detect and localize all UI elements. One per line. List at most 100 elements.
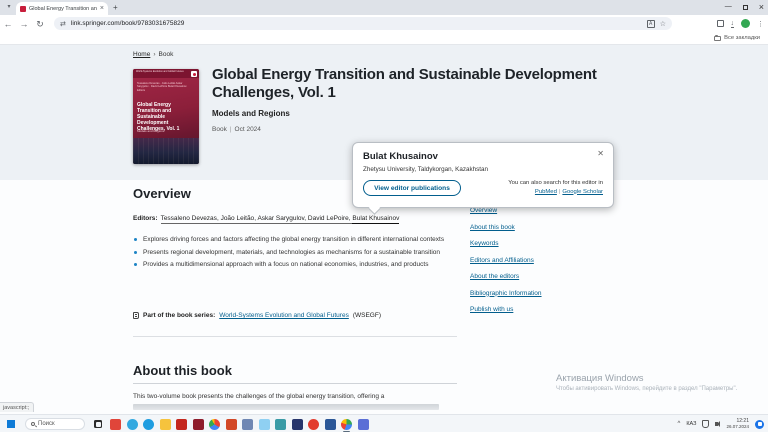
pubmed-link[interactable]: PubMed (535, 189, 557, 195)
menu-dots-icon[interactable]: ⋮ (757, 20, 764, 28)
editor-link[interactable]: David LePoire (308, 215, 352, 224)
extensions-icon[interactable] (717, 20, 724, 27)
url-text[interactable]: link.springer.com/book/9783031675829 (71, 20, 642, 27)
security-shield-icon[interactable] (702, 420, 709, 428)
taskbar-clock[interactable]: 12:21 26.07.2024 (726, 419, 749, 430)
taskbar-search[interactable]: Поиск (25, 418, 85, 430)
calculator-app-icon[interactable] (275, 419, 286, 430)
messenger-icon[interactable] (127, 419, 138, 430)
maximize-button[interactable] (743, 5, 748, 10)
highlight-item: Explores driving forces and factors affe… (133, 235, 463, 245)
bookmark-star-icon[interactable]: ☆ (660, 20, 666, 28)
downloads-icon[interactable]: ↓ (731, 20, 735, 28)
about-paragraph: This two-volume book presents the challe… (133, 392, 467, 402)
tab-close-icon[interactable]: × (100, 5, 104, 12)
adobe-reader-icon[interactable] (176, 419, 187, 430)
volume-icon[interactable] (715, 421, 720, 427)
minimize-button[interactable]: — (725, 1, 732, 13)
keyboard-language[interactable]: КАЗ (686, 421, 696, 427)
page-sidebar-nav: Overview About this book Keywords Editors a… (470, 207, 620, 313)
popup-note-text: You can also search for this editor in (465, 180, 603, 186)
app-navy-icon[interactable] (292, 419, 303, 430)
editor-link[interactable]: Askar Sarygulov (257, 215, 307, 224)
windows-taskbar: Поиск ^ КАЗ 12:21 26.07.2024 (0, 414, 768, 432)
tune-icon[interactable]: ⇄ (60, 20, 66, 28)
docs-app-icon[interactable] (242, 419, 253, 430)
link-status-bubble: javascript:; (0, 402, 34, 412)
editor-link[interactable]: Tessaleno Devezas (161, 215, 221, 224)
links-separator: | (559, 189, 561, 195)
photos-app-icon[interactable] (358, 419, 369, 430)
sidebar-nav-link[interactable]: Keywords (470, 240, 620, 247)
forward-button[interactable]: → (16, 19, 32, 29)
meta-separator: | (230, 126, 232, 133)
taskbar-search-label: Поиск (38, 421, 55, 427)
cover-title-text: Global Energy Transition and Sustainable… (137, 102, 191, 132)
pinned-app-icon[interactable] (110, 419, 121, 430)
sidebar-nav-link[interactable]: Editors and Affiliations (470, 257, 620, 264)
view-editor-publications-button[interactable]: View editor publications (363, 180, 461, 196)
all-bookmarks-button[interactable]: Все закладки (714, 35, 760, 41)
popup-close-icon[interactable]: ✕ (597, 149, 604, 158)
back-button[interactable]: ← (0, 19, 16, 29)
series-link[interactable]: World-Systems Evolution and Global Futur… (219, 312, 349, 319)
series-abbr: (WSEGF) (353, 312, 381, 319)
search-icon (31, 422, 35, 426)
popup-affiliation: Zhetysu University, Taldykorgan, Kazakhs… (363, 166, 603, 173)
series-label: Part of the book series: (143, 312, 215, 319)
breadcrumb: Home›Book (133, 51, 173, 58)
task-view-button[interactable] (94, 420, 102, 428)
notification-icon[interactable] (755, 420, 764, 429)
springer-logo-icon (191, 71, 197, 77)
new-tab-button[interactable]: + (113, 3, 118, 12)
highlight-text: Presents regional development, materials… (143, 249, 440, 256)
sidebar-nav-link[interactable]: About the editors (470, 273, 620, 280)
profile-avatar[interactable] (741, 19, 750, 28)
series-row: Part of the book series: World-Systems E… (133, 312, 381, 319)
reload-button[interactable]: ↻ (32, 19, 48, 30)
about-heading-rule (133, 383, 457, 384)
bullet-icon (134, 238, 137, 241)
start-button[interactable] (7, 420, 15, 428)
book-subtitle: Models and Regions (212, 109, 290, 118)
address-bar[interactable]: ⇄ link.springer.com/book/9783031675829 A… (54, 17, 672, 30)
bullet-icon (134, 251, 137, 254)
book-date: Oct 2024 (235, 126, 261, 133)
google-scholar-link[interactable]: Google Scholar (562, 189, 603, 195)
editor-link[interactable]: Bulat Khusainov (352, 215, 399, 224)
browser-tab[interactable]: Global Energy Transition and S... × (16, 2, 108, 15)
cover-city-image (133, 138, 199, 164)
edge-browser-icon[interactable] (143, 419, 154, 430)
highlights-list: Explores driving forces and factors affe… (133, 235, 463, 273)
opera-icon[interactable] (308, 419, 319, 430)
word-icon[interactable] (325, 419, 336, 430)
sidebar-nav-link[interactable]: Publish with us (470, 306, 620, 313)
tray-chevron-icon[interactable]: ^ (678, 421, 681, 427)
tab-title: Global Energy Transition and S... (29, 6, 97, 12)
close-window-button[interactable]: × (759, 1, 764, 13)
clipped-text-line (133, 404, 439, 410)
screen: ▾ Global Energy Transition and S... × + … (0, 0, 768, 432)
editor-link[interactable]: João Leitão (221, 215, 258, 224)
cover-series-banner: World-Systems Evolution and Global Futur… (133, 69, 199, 78)
chrome-profile-icon[interactable] (341, 419, 352, 430)
highlight-item: Provides a multidimensional approach wit… (133, 260, 463, 270)
chrome-icon[interactable] (209, 419, 220, 430)
editor-popup: Bulat Khusainov ✕ Zhetysu University, Ta… (352, 142, 614, 208)
watermark-line1: Активация Windows (556, 373, 737, 384)
powerpoint-icon[interactable] (226, 419, 237, 430)
tab-search-chevron-icon[interactable]: ▾ (4, 3, 14, 13)
breadcrumb-home-link[interactable]: Home (133, 51, 150, 58)
pictures-app-icon[interactable] (259, 419, 270, 430)
sidebar-nav-link[interactable]: Bibliographic Information (470, 290, 620, 297)
translate-icon[interactable]: A (647, 20, 655, 28)
app-maroon-icon[interactable] (193, 419, 204, 430)
book-cover[interactable]: World-Systems Evolution and Global Futur… (133, 69, 199, 164)
sidebar-nav-link[interactable]: About this book (470, 224, 620, 231)
file-explorer-icon[interactable] (160, 419, 171, 430)
book-meta: Book|Oct 2024 (212, 126, 261, 133)
window-controls: — × (725, 1, 764, 13)
bookmarks-bar: Все закладки (0, 33, 768, 45)
sidebar-nav-link[interactable]: Overview (470, 207, 620, 214)
book-type-label: Book (212, 126, 227, 133)
